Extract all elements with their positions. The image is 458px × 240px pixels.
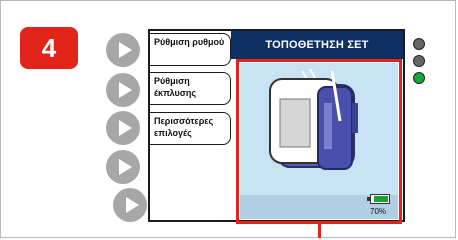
menu-item-more-options[interactable]: Περισσότερες επιλογές (149, 112, 231, 145)
step-number-badge: 4 (20, 27, 78, 69)
indicator-light-1-icon (413, 38, 425, 50)
indicator-light-3-icon (413, 72, 425, 84)
play-button-4-icon[interactable] (106, 150, 140, 184)
play-button-5-icon[interactable] (113, 188, 147, 222)
play-button-3-icon[interactable] (106, 111, 140, 145)
menu-item-flush-setting[interactable]: Ρύθμιση έκπλυσης (149, 72, 231, 105)
screen-highlight-callout (236, 59, 402, 224)
menu-item-rate-setting[interactable]: Ρύθμιση ρυθμού (149, 33, 231, 66)
indicator-light-2-icon (413, 55, 425, 67)
play-button-2-icon[interactable] (106, 73, 140, 107)
play-button-1-icon[interactable] (106, 33, 140, 67)
callout-pointer (318, 224, 321, 238)
screen-title: ΤΟΠΟΘΕΤΗΣΗ ΣΕΤ (231, 31, 403, 59)
